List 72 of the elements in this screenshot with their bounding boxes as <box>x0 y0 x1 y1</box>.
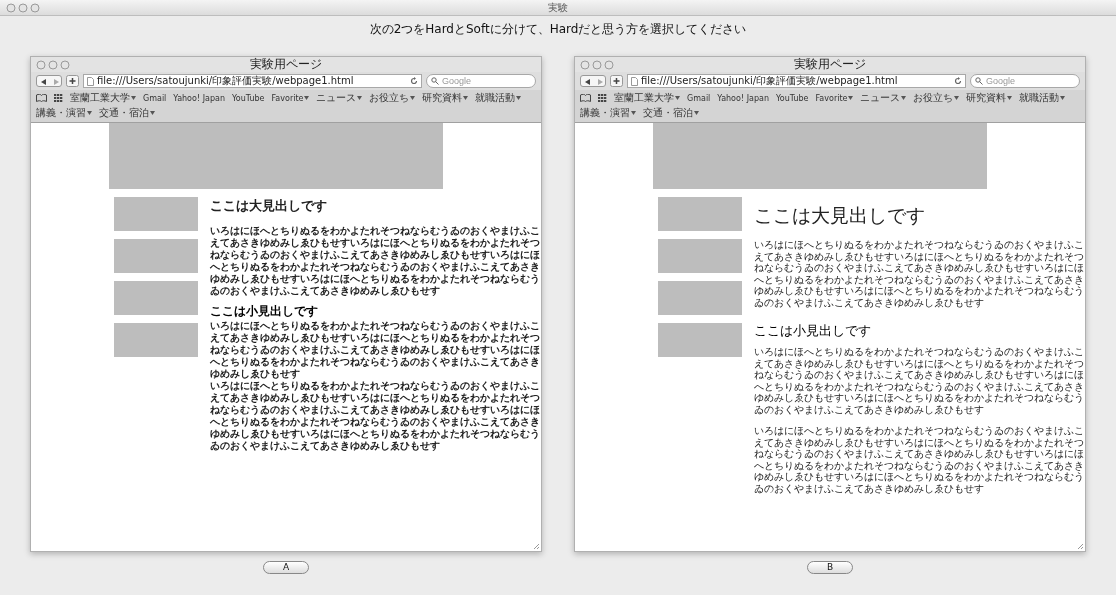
resize-grip-icon[interactable] <box>532 542 540 550</box>
bookmark-item[interactable]: Gmail <box>143 93 167 103</box>
page-paragraph: いろはにほへとちりぬるをわかよたれそつねならむうゐのおくやまけふこえてあさきゆめみしゑひもせすいろはにほへとちりぬるをわかよたれそつねならむうゐのおくやまけふこえてあさきゆめみしゑひもせすいろはにほへとちりぬるをわかよたれそつねならむうゐのおくやまけふこえてあさきゆめみしゑひもせすいろはにほへとちりぬるをわかよたれそつねならむうゐのおくやまけふこえてあさきゆめみしゑひもせす <box>754 346 1084 415</box>
caret-icon <box>516 96 522 100</box>
bookmark-item[interactable]: 研究資料 <box>422 91 469 105</box>
grid-icon[interactable] <box>54 94 63 102</box>
caret-icon <box>694 111 699 115</box>
page-paragraph: いろはにほへとちりぬるをわかよたれそつねならむうゐのおくやまけふこえてあさきゆめみしゑひもせすいろはにほへとちりぬるをわかよたれそつねならむうゐのおくやまけふこえてあさきゆめみしゑひもせすいろはにほへとちりぬるをわかよたれそつねならむうゐのおくやまけふこえてあさきゆめみしゑひもせすいろはにほへとちりぬるをわかよたれそつねならむうゐのおくやまけふこえてあさきゆめみしゑひもせす <box>210 225 540 297</box>
bookmark-item[interactable]: ニュース <box>316 91 363 105</box>
caret-icon <box>131 96 136 100</box>
browser-title: 実験用ページ <box>250 56 322 73</box>
bookmark-item[interactable]: 講義・演習 <box>36 106 92 120</box>
caret-icon <box>848 96 854 100</box>
caret-icon <box>631 111 636 115</box>
caret-icon <box>87 111 92 115</box>
address-field[interactable]: file:///Users/satoujunki/印象評価実験/webpage1.html <box>83 74 422 88</box>
caret-icon <box>901 96 907 100</box>
page-subheading: ここは小見出しです <box>210 303 319 320</box>
caret-icon <box>357 96 363 100</box>
page-paragraph: いろはにほへとちりぬるをわかよたれそつねならむうゐのおくやまけふこえてあさきゆめみしゑひもせすいろはにほへとちりぬるをわかよたれそつねならむうゐのおくやまけふこえてあさきゆめみしゑひもせすいろはにほへとちりぬるをわかよたれそつねならむうゐのおくやまけふこえてあさきゆめみしゑひもせすいろはにほへとちりぬるをわかよたれそつねならむうゐのおくやまけふこえてあさきゆめみしゑひもせす <box>754 425 1084 494</box>
bookmark-item[interactable]: Yahoo! Japan <box>173 93 225 103</box>
resize-grip-icon[interactable] <box>1076 542 1084 550</box>
page-paragraph: いろはにほへとちりぬるをわかよたれそつねならむうゐのおくやまけふこえてあさきゆめみしゑひもせすいろはにほへとちりぬるをわかよたれそつねならむうゐのおくやまけふこえてあさきゆめみしゑひもせすいろはにほへとちりぬるをわかよたれそつねならむうゐのおくやまけふこえてあさきゆめみしゑひもせすいろはにほへとちりぬるをわかよたれそつねならむうゐのおくやまけふこえてあさきゆめみしゑひもせす <box>210 380 540 452</box>
caret-icon <box>304 96 310 100</box>
page-heading: ここは大見出しです <box>210 197 328 215</box>
bookmark-item[interactable]: Yahoo! Japan <box>717 93 769 103</box>
caret-icon <box>1060 96 1066 100</box>
search-field[interactable]: Google <box>970 74 1080 88</box>
caret-icon <box>150 111 155 115</box>
bookmark-item[interactable]: Favorite <box>271 93 310 103</box>
caret-icon <box>410 96 416 100</box>
bookmark-item[interactable]: お役立ち <box>913 91 960 105</box>
bookmark-item[interactable]: 就職活動 <box>1019 91 1066 105</box>
bookmark-item[interactable]: Favorite <box>815 93 854 103</box>
bookmark-item[interactable]: 講義・演習 <box>580 106 636 120</box>
page-subheading: ここは小見出しです <box>754 322 872 340</box>
search-icon <box>975 77 983 85</box>
page-paragraph: いろはにほへとちりぬるをわかよたれそつねならむうゐのおくやまけふこえてあさきゆめみしゑひもせすいろはにほへとちりぬるをわかよたれそつねならむうゐのおくやまけふこえてあさきゆめみしゑひもせすいろはにほへとちりぬるをわかよたれそつねならむうゐのおくやまけふこえてあさきゆめみしゑひもせす <box>210 320 540 380</box>
add-bookmark-icon[interactable] <box>66 75 79 87</box>
page-paragraph: いろはにほへとちりぬるをわかよたれそつねならむうゐのおくやまけふこえてあさきゆめみしゑひもせすいろはにほへとちりぬるをわかよたれそつねならむうゐのおくやまけふこえてあさきゆめみしゑひもせすいろはにほへとちりぬるをわかよたれそつねならむうゐのおくやまけふこえてあさきゆめみしゑひもせすいろはにほへとちりぬるをわかよたれそつねならむうゐのおくやまけふこえてあさきゆめみしゑひもせす <box>754 239 1084 308</box>
page-heading: ここは大見出しです <box>754 204 926 228</box>
add-bookmark-icon[interactable] <box>610 75 623 87</box>
page-icon <box>87 76 94 86</box>
bookmark-item[interactable]: YouTube <box>231 93 265 103</box>
book-icon[interactable] <box>36 94 47 102</box>
book-icon[interactable] <box>580 94 591 102</box>
bookmark-item[interactable]: 研究資料 <box>966 91 1013 105</box>
bookmark-item[interactable]: YouTube <box>775 93 809 103</box>
browser-title: 実験用ページ <box>794 56 866 73</box>
address-field[interactable]: file:///Users/satoujunki/印象評価実験/webpage1.html <box>627 74 966 88</box>
bookmark-item[interactable]: Gmail <box>687 93 711 103</box>
bookmark-item[interactable]: 就職活動 <box>475 91 522 105</box>
page-icon <box>631 76 638 86</box>
caret-icon <box>675 96 680 100</box>
instruction-text: 次の2つをHardとSoftに分けて、Hardだと思う方を選択してください <box>369 21 747 38</box>
bookmark-item[interactable]: ニュース <box>860 91 907 105</box>
bookmark-item[interactable]: お役立ち <box>369 91 416 105</box>
bookmark-item[interactable]: 交通・宿泊 <box>99 106 155 120</box>
choice-button[interactable]: B <box>807 561 853 574</box>
reload-icon[interactable] <box>954 77 962 85</box>
search-field[interactable]: Google <box>426 74 536 88</box>
search-icon <box>431 77 439 85</box>
reload-icon[interactable] <box>410 77 418 85</box>
caret-icon <box>954 96 960 100</box>
grid-icon[interactable] <box>598 94 607 102</box>
window-title: 実験 <box>548 0 568 15</box>
choice-button[interactable]: A <box>263 561 309 574</box>
caret-icon <box>463 96 469 100</box>
bookmark-item[interactable]: 交通・宿泊 <box>643 106 699 120</box>
caret-icon <box>1007 96 1013 100</box>
bookmark-item[interactable]: 室蘭工業大学 <box>70 91 136 105</box>
bookmark-item[interactable]: 室蘭工業大学 <box>614 91 680 105</box>
